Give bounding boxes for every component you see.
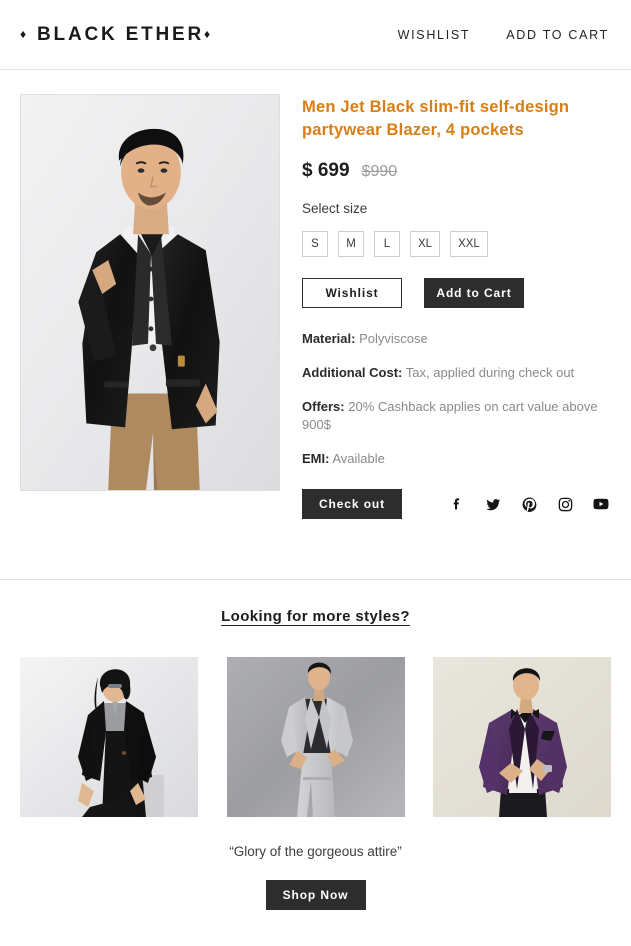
product-section: Men Jet Black slim-fit self-design party…: [0, 70, 631, 579]
size-selector: S M L XL XXL: [302, 230, 613, 257]
brand-diamond-right: ♦: [204, 26, 213, 41]
detail-material-label: Material:: [302, 330, 356, 346]
detail-offers-value: 20% Cashback applies on cart value above…: [302, 398, 598, 433]
more-styles-section: Looking for more styles? “Glory of the g…: [0, 579, 631, 910]
wishlist-button[interactable]: Wishlist: [302, 277, 402, 308]
size-option-s[interactable]: S: [302, 230, 328, 257]
header-nav: WISHLIST ADD TO CART: [398, 28, 609, 42]
price-row: $ 699 $990: [302, 160, 613, 182]
instagram-icon[interactable]: [556, 495, 574, 513]
brand-logo[interactable]: ♦ BLACK ETHER♦: [20, 24, 213, 46]
social-links: [448, 495, 610, 513]
nav-wishlist[interactable]: WISHLIST: [398, 28, 471, 42]
detail-additional-cost: Additional Cost: Tax, applied during che…: [302, 364, 613, 383]
detail-offers: Offers: 20% Cashback applies on cart val…: [302, 398, 613, 436]
current-price: $ 699: [302, 159, 350, 181]
product-details: Material: Polyviscose Additional Cost: T…: [302, 330, 613, 469]
select-size-label: Select size: [302, 200, 368, 216]
more-styles-heading: Looking for more styles?: [221, 608, 410, 625]
thumbnail-black-jacket-art: [20, 657, 198, 817]
pinterest-icon[interactable]: [520, 495, 538, 513]
product-actions: Wishlist Add to Cart: [302, 277, 613, 308]
size-option-xxl[interactable]: XXL: [450, 230, 488, 257]
facebook-icon[interactable]: [448, 495, 466, 513]
checkout-button[interactable]: Check out: [302, 489, 402, 520]
detail-additional-cost-value: Tax, applied during check out: [405, 364, 575, 380]
main-product-image[interactable]: [20, 94, 280, 491]
brand-name: BLACK ETHER: [37, 23, 204, 45]
size-option-m[interactable]: M: [338, 230, 364, 257]
youtube-icon[interactable]: [592, 495, 610, 513]
detail-material: Material: Polyviscose: [302, 330, 613, 349]
detail-emi: EMI: Available: [302, 450, 613, 469]
tagline-quote: “Glory of the gorgeous attire”: [229, 844, 402, 859]
product-gallery: [20, 94, 280, 579]
thumbnail-grey-suit[interactable]: [226, 657, 405, 817]
size-option-l[interactable]: L: [374, 230, 400, 257]
thumbnail-grey-suit-art: [226, 657, 405, 817]
thumbnail-purple-tuxedo[interactable]: [433, 657, 611, 817]
detail-additional-cost-label: Additional Cost:: [302, 364, 403, 380]
product-title: Men Jet Black slim-fit self-design party…: [302, 98, 570, 140]
detail-emi-value: Available: [332, 451, 385, 467]
original-price: $990: [361, 162, 398, 180]
detail-material-value: Polyviscose: [359, 330, 428, 346]
site-header: ♦ BLACK ETHER♦ WISHLIST ADD TO CART: [0, 0, 631, 70]
style-thumbnails: [0, 657, 631, 817]
thumbnail-black-jacket[interactable]: [20, 657, 198, 817]
add-to-cart-button[interactable]: Add to Cart: [424, 277, 524, 308]
twitter-icon[interactable]: [484, 495, 502, 513]
detail-emi-label: EMI:: [302, 451, 330, 467]
brand-diamond-left: ♦: [20, 26, 29, 41]
nav-add-to-cart[interactable]: ADD TO CART: [506, 28, 609, 42]
shop-now-button[interactable]: Shop Now: [265, 880, 366, 910]
thumbnail-purple-tuxedo-art: [433, 657, 611, 817]
size-option-xl[interactable]: XL: [410, 230, 441, 257]
main-product-photo-art: [21, 95, 279, 490]
checkout-row: Check out: [302, 489, 613, 520]
product-info: Men Jet Black slim-fit self-design party…: [302, 94, 613, 579]
shop-now-wrap: Shop Now: [0, 880, 631, 910]
detail-offers-label: Offers:: [302, 398, 345, 414]
